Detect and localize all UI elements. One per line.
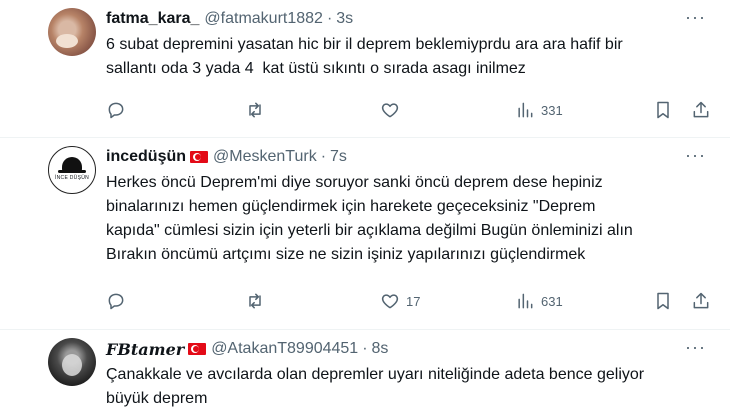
- tweet-text: Çanakkale ve avcılarda olan depremler uy…: [106, 366, 645, 407]
- tweet-feed: fatma_kara_ @fatmakurt1882 · 3s ··· 6 su…: [0, 0, 730, 420]
- views-chart-icon: [518, 102, 533, 118]
- reply-icon: [108, 102, 124, 119]
- display-name[interactable]: FBtamer: [106, 340, 184, 359]
- more-dots-icon[interactable]: ···: [685, 338, 706, 356]
- views-count: 631: [541, 293, 563, 309]
- like-button[interactable]: 17: [380, 289, 420, 313]
- user-handle[interactable]: @AtakanT89904451: [211, 340, 358, 358]
- tweet[interactable]: FBtamer @AtakanT89904451 · 8s ··· Çanakk…: [0, 330, 730, 420]
- avatar[interactable]: İNCE DÜŞÜN: [48, 146, 96, 194]
- user-handle[interactable]: @fatmakurt1882: [204, 10, 323, 28]
- tweet-text: Herkes öncü Deprem'mi diye soruyor sanki…: [106, 174, 633, 263]
- share-button[interactable]: [691, 289, 711, 313]
- display-name[interactable]: incedüşün: [106, 148, 186, 166]
- tweet-text: 6 subat depremini yasatan hic bir il dep…: [106, 36, 623, 77]
- share-button[interactable]: [691, 98, 711, 122]
- avatar-logo-text: İNCE DÜŞÜN: [54, 175, 90, 181]
- bookmark-icon: [657, 101, 669, 119]
- share-icon: [693, 101, 709, 118]
- bookmark-icon: [657, 292, 669, 310]
- avatar[interactable]: [48, 8, 96, 56]
- timestamp[interactable]: 8s: [372, 340, 389, 358]
- action-bar: 331: [100, 98, 720, 122]
- views-button[interactable]: 331: [515, 98, 563, 122]
- reply-button[interactable]: [106, 98, 132, 122]
- avatar[interactable]: [48, 338, 96, 386]
- retweet-button[interactable]: [245, 98, 271, 122]
- separator-dot: ·: [326, 10, 333, 27]
- timestamp[interactable]: 3s: [336, 10, 353, 28]
- turkey-flag-icon: [190, 151, 209, 163]
- retweet-icon: [249, 293, 261, 309]
- more-dots-icon[interactable]: ···: [685, 146, 706, 164]
- tweet[interactable]: fatma_kara_ @fatmakurt1882 · 3s ··· 6 su…: [0, 0, 730, 138]
- views-chart-icon: [518, 293, 533, 309]
- separator-dot: ·: [362, 340, 368, 357]
- bookmark-button[interactable]: [653, 98, 673, 122]
- like-button[interactable]: [380, 98, 406, 122]
- reply-button[interactable]: [106, 289, 132, 313]
- views-count: 331: [541, 102, 563, 118]
- tweet-header: incedüşün @MeskenTurk · 7s: [106, 146, 347, 168]
- action-bar: 17 631: [100, 289, 720, 313]
- more-dots-icon[interactable]: ···: [685, 8, 706, 26]
- hat-icon: [62, 157, 82, 171]
- tweet-header: FBtamer @AtakanT89904451 · 8s: [106, 338, 388, 360]
- retweet-button[interactable]: [245, 289, 271, 313]
- heart-icon: [381, 294, 399, 309]
- user-handle[interactable]: @MeskenTurk: [213, 148, 317, 166]
- tweet-header: fatma_kara_ @fatmakurt1882 · 3s: [106, 8, 353, 30]
- views-button[interactable]: 631: [515, 289, 563, 313]
- reply-icon: [108, 293, 124, 310]
- display-name[interactable]: fatma_kara_: [106, 10, 199, 28]
- separator-dot: ·: [320, 148, 327, 165]
- heart-icon: [381, 103, 399, 118]
- turkey-flag-icon: [188, 343, 207, 355]
- bookmark-button[interactable]: [653, 289, 673, 313]
- like-count: 17: [406, 293, 421, 309]
- share-icon: [693, 292, 709, 309]
- tweet[interactable]: İNCE DÜŞÜN incedüşün @MeskenTurk · 7s ··…: [0, 138, 730, 330]
- retweet-icon: [249, 102, 261, 118]
- timestamp[interactable]: 7s: [330, 148, 347, 166]
